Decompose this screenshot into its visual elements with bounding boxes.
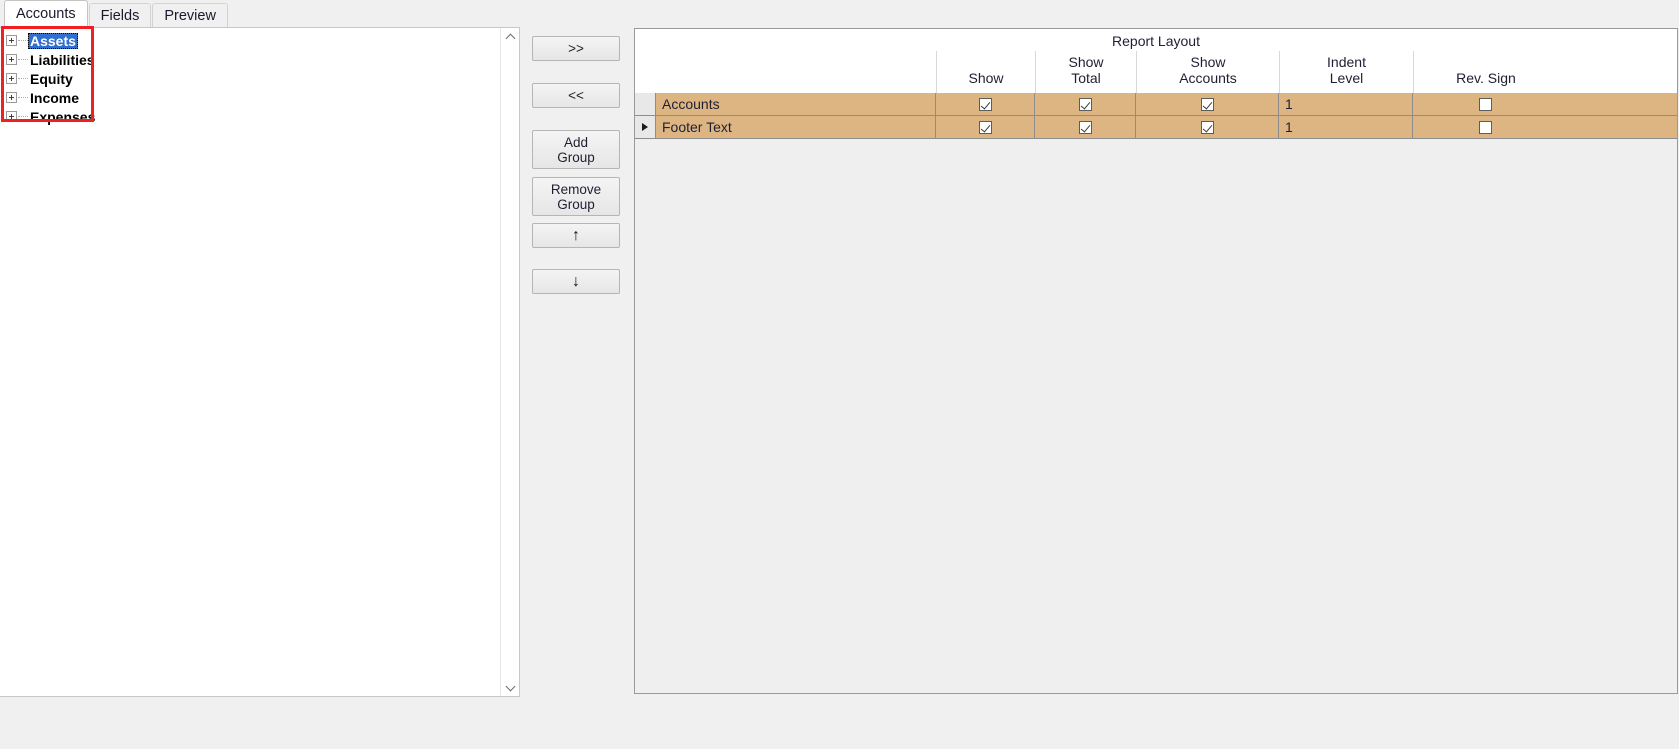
account-tree[interactable]: Assets Liabilities Equity Income Expense… (0, 28, 500, 696)
tab-accounts-label: Accounts (16, 5, 76, 22)
rev-sign-checkbox[interactable] (1479, 120, 1492, 134)
arrow-down-icon: ↓ (572, 272, 580, 290)
row-name-label: Footer Text (662, 119, 732, 135)
cell-name[interactable]: Accounts (656, 93, 936, 115)
show-checkbox[interactable] (978, 97, 992, 111)
add-group-label: Add Group (557, 134, 595, 165)
tree-item-label: Income (30, 89, 80, 106)
grid-header: Report Layout Show Show Total Show Accou… (635, 29, 1677, 93)
column-header-show-accounts-label: Show Accounts (1179, 54, 1237, 86)
arrow-up-icon: ↑ (572, 226, 580, 244)
column-header-show[interactable]: Show (936, 51, 1035, 93)
move-left-label: << (568, 88, 584, 103)
remove-group-button[interactable]: Remove Group (532, 177, 620, 216)
tab-accounts[interactable]: Accounts (4, 0, 88, 28)
move-right-label: >> (568, 41, 584, 56)
tab-fields-label: Fields (100, 7, 140, 24)
row-selector[interactable] (635, 116, 656, 138)
tree-item-label: Assets (28, 32, 78, 49)
cell-show-total[interactable] (1035, 116, 1136, 138)
tab-preview-label: Preview (164, 7, 216, 24)
column-header-indent-level-label: Indent Level (1327, 54, 1366, 86)
column-header-indent-level[interactable]: Indent Level (1279, 51, 1413, 93)
show-checkbox[interactable] (978, 120, 992, 134)
move-down-button[interactable]: ↓ (532, 269, 620, 294)
plus-box-icon[interactable] (6, 92, 17, 103)
move-right-button[interactable]: >> (532, 36, 620, 61)
cell-name[interactable]: Footer Text (656, 116, 936, 138)
indent-level-value: 1 (1285, 119, 1293, 135)
tab-strip: Accounts Fields Preview (0, 0, 1679, 28)
show-accounts-checkbox[interactable] (1200, 97, 1214, 111)
show-total-checkbox[interactable] (1078, 120, 1092, 134)
tree-item-label: Equity (30, 70, 73, 87)
cell-rev-sign[interactable] (1413, 116, 1558, 138)
rev-sign-checkbox[interactable] (1479, 97, 1492, 111)
tree-item-liabilities[interactable]: Liabilities (0, 50, 500, 69)
indent-level-value: 1 (1285, 96, 1293, 112)
plus-box-icon[interactable] (6, 111, 17, 122)
tree-connector (18, 97, 28, 98)
move-up-button[interactable]: ↑ (532, 223, 620, 248)
remove-group-label: Remove Group (550, 181, 602, 212)
cell-indent-level[interactable]: 1 (1279, 93, 1413, 115)
cell-show[interactable] (936, 93, 1035, 115)
column-header-name[interactable] (656, 51, 936, 93)
row-selector[interactable] (635, 93, 656, 115)
cell-rev-sign[interactable] (1413, 93, 1558, 115)
tree-connector (18, 40, 28, 41)
show-accounts-checkbox[interactable] (1200, 120, 1214, 134)
transfer-button-column: >> << Add Group Remove Group ↑ ↓ (521, 27, 634, 697)
column-header-show-total-label: Show Total (1068, 54, 1104, 86)
scroll-up-button[interactable] (501, 28, 519, 46)
tree-item-assets[interactable]: Assets (0, 31, 500, 50)
cell-indent-level[interactable]: 1 (1279, 116, 1413, 138)
tree-connector (18, 116, 28, 117)
table-row[interactable]: Accounts 1 (635, 93, 1677, 116)
cell-show-accounts[interactable] (1136, 116, 1279, 138)
move-left-button[interactable]: << (532, 83, 620, 108)
show-total-checkbox[interactable] (1078, 97, 1092, 111)
plus-box-icon[interactable] (6, 73, 17, 84)
row-name-label: Accounts (662, 96, 720, 112)
row-header-spacer (635, 51, 656, 93)
column-header-show-label: Show (968, 70, 1004, 86)
column-header-rev-sign[interactable]: Rev. Sign (1413, 51, 1558, 93)
plus-box-icon[interactable] (6, 35, 17, 46)
tree-connector (18, 78, 28, 79)
tree-item-label: Expenses (30, 108, 96, 125)
report-layout-designer: Accounts Fields Preview Assets Liabiliti… (0, 0, 1679, 749)
tree-item-equity[interactable]: Equity (0, 69, 500, 88)
chevron-down-icon (506, 683, 515, 692)
chevron-up-icon (506, 33, 515, 42)
tree-item-label: Liabilities (30, 51, 95, 68)
plus-box-icon[interactable] (6, 54, 17, 65)
report-layout-grid: Report Layout Show Show Total Show Accou… (634, 28, 1678, 694)
cell-show-accounts[interactable] (1136, 93, 1279, 115)
bottom-strip (0, 697, 1679, 749)
scroll-down-button[interactable] (501, 678, 519, 696)
cell-show[interactable] (936, 116, 1035, 138)
add-group-button[interactable]: Add Group (532, 130, 620, 169)
tab-preview[interactable]: Preview (152, 3, 228, 28)
grid-band-title: Report Layout (1112, 33, 1200, 49)
cell-show-total[interactable] (1035, 93, 1136, 115)
table-row[interactable]: Footer Text 1 (635, 116, 1677, 139)
tree-connector (18, 59, 28, 60)
column-header-show-total[interactable]: Show Total (1035, 51, 1136, 93)
tree-item-income[interactable]: Income (0, 88, 500, 107)
tab-fields[interactable]: Fields (88, 3, 152, 28)
current-row-indicator-icon (642, 123, 648, 131)
tree-item-expenses[interactable]: Expenses (0, 107, 500, 126)
column-header-show-accounts[interactable]: Show Accounts (1136, 51, 1279, 93)
account-tree-panel: Assets Liabilities Equity Income Expense… (0, 27, 520, 697)
tree-vertical-scrollbar[interactable] (500, 28, 519, 696)
column-header-rev-sign-label: Rev. Sign (1456, 70, 1516, 86)
